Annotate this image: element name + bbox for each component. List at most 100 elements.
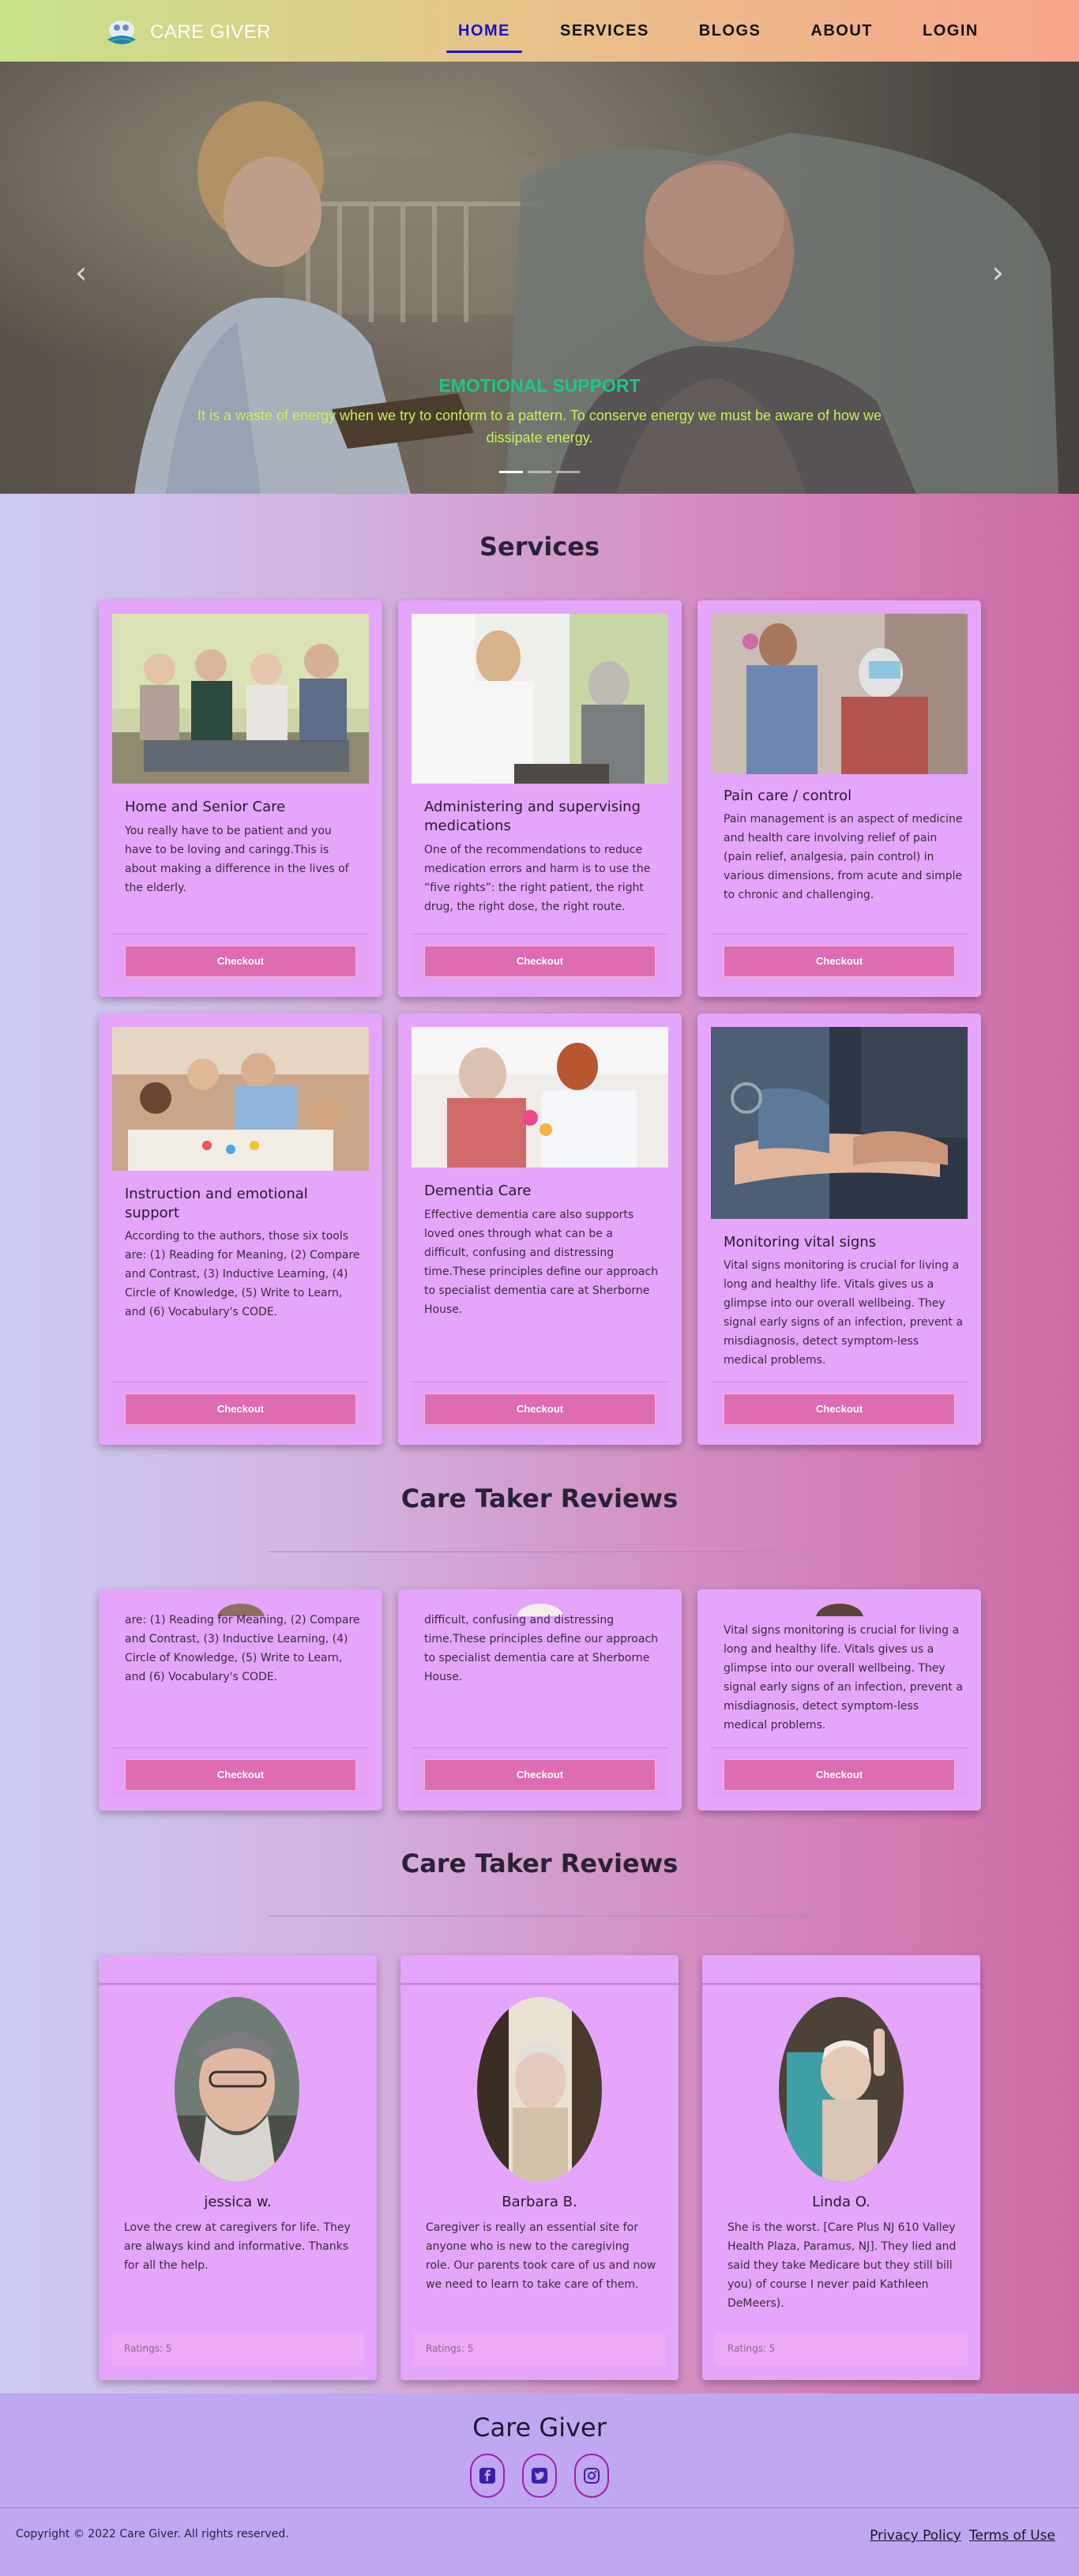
service-card-vital-signs: Monitoring vital signs Vital signs monit… <box>697 1013 981 1445</box>
checkout-button[interactable]: Checkout <box>424 1759 656 1791</box>
carousel-indicator-1[interactable] <box>499 471 523 473</box>
checkout-button[interactable]: Checkout <box>724 1393 955 1425</box>
card-text: difficult, confusing and distressing tim… <box>424 1614 659 1683</box>
hero-carousel: ‹ › EMOTIONAL SUPPORT It is a waste of e… <box>0 62 1079 494</box>
service-card-dementia: Dementia Care Effective dementia care al… <box>398 1013 682 1445</box>
card-text: Vital signs monitoring is crucial for li… <box>724 1259 963 1367</box>
card-text: Effective dementia care also supports lo… <box>424 1209 659 1316</box>
facebook-icon <box>479 2468 495 2484</box>
terms-of-use-link[interactable]: Terms of Use <box>969 2528 1055 2544</box>
privacy-policy-link[interactable]: Privacy Policy <box>870 2528 961 2544</box>
physio-exercise-photo <box>711 614 968 774</box>
hero-text: It is a waste of energy when we try to c… <box>197 408 882 446</box>
twitter-icon <box>532 2468 547 2484</box>
carousel-indicators <box>0 471 1079 473</box>
card-title: Dementia Care <box>424 1183 532 1199</box>
reviewer-name: Barbara B. <box>502 2194 577 2210</box>
footer-title: Care Giver <box>472 2412 607 2442</box>
twitter-button[interactable] <box>522 2454 557 2498</box>
card-footer: Checkout <box>412 1382 668 1432</box>
review-card-overlap-1: are: (1) Reading for Meaning, (2) Compar… <box>99 1589 382 1811</box>
card-title: Pain care / control <box>724 788 852 804</box>
copyright: Copyright © 2022 Care Giver. All rights … <box>16 2528 289 2540</box>
reviewer-avatar-linda <box>779 1997 904 2182</box>
checkout-button[interactable]: Checkout <box>724 946 955 977</box>
card-footer: Checkout <box>112 1382 369 1432</box>
review-card-jessica: jessica w. Love the crew at caregivers f… <box>99 1955 377 2380</box>
seniors-sitting-photo <box>112 614 369 784</box>
review-card-top <box>702 1955 980 1985</box>
nurse-with-elderly-woman-photo <box>412 614 668 784</box>
carousel-prev-arrow-icon[interactable]: ‹ <box>75 255 87 290</box>
rating-text: Ratings: 5 <box>426 2343 474 2354</box>
card-footer: Checkout <box>711 1747 968 1798</box>
card-footer: Checkout <box>412 1747 668 1798</box>
section-divider <box>269 1551 810 1552</box>
footer-links: Privacy Policy Terms of Use <box>870 2528 1055 2544</box>
review-card-overlap-3: Vital signs monitoring is crucial for li… <box>697 1589 981 1811</box>
checkout-button[interactable]: Checkout <box>724 1759 955 1791</box>
checkout-button[interactable]: Checkout <box>125 946 356 977</box>
checkout-button[interactable]: Checkout <box>125 1393 356 1425</box>
navbar: CARE GIVER HOME SERVICES BLOGS ABOUT LOG… <box>0 0 1079 62</box>
nav-item-login[interactable]: LOGIN <box>911 14 991 48</box>
nav-item-blogs[interactable]: BLOGS <box>687 14 773 48</box>
hero-title: EMOTIONAL SUPPORT <box>438 375 641 396</box>
reviewer-name: Linda O. <box>812 2194 870 2210</box>
review-card-top <box>99 1955 377 1985</box>
card-title: Administering and supervising medication… <box>424 799 641 834</box>
checkout-button[interactable]: Checkout <box>424 946 656 977</box>
card-text: are: (1) Reading for Meaning, (2) Compar… <box>125 1614 360 1683</box>
rating-text: Ratings: 5 <box>124 2343 172 2354</box>
social-links <box>0 2454 1079 2498</box>
instagram-icon <box>584 2468 600 2484</box>
card-footer: Checkout <box>711 1382 968 1432</box>
avatar-peek <box>816 1604 863 1616</box>
checkout-button[interactable]: Checkout <box>424 1393 656 1425</box>
rating-bar: Ratings: 5 <box>413 2333 666 2366</box>
service-card-pain-care: Pain care / control Pain management is a… <box>697 600 981 997</box>
carousel-indicator-2[interactable] <box>528 471 551 473</box>
carousel-next-arrow-icon[interactable]: › <box>992 255 1004 290</box>
card-text: Vital signs monitoring is crucial for li… <box>724 1624 963 1732</box>
brand[interactable]: CARE GIVER <box>103 16 271 49</box>
review-card-top <box>400 1955 679 1985</box>
service-card-medications: Administering and supervising medication… <box>398 600 682 997</box>
nav-item-about[interactable]: ABOUT <box>799 14 885 48</box>
review-text: Caregiver is really an essential site fo… <box>426 2221 656 2291</box>
reviewer-avatar-barbara <box>477 1997 602 2182</box>
instagram-button[interactable] <box>574 2454 609 2498</box>
service-card-instruction: Instruction and emotional support Accord… <box>99 1013 382 1445</box>
review-text: Love the crew at caregivers for life. Th… <box>124 2221 351 2272</box>
rating-text: Ratings: 5 <box>727 2343 776 2354</box>
rating-bar: Ratings: 5 <box>111 2333 364 2366</box>
footer: Care Giver Copyright © 2022 Care Giver. … <box>0 2394 1079 2576</box>
card-title: Instruction and emotional support <box>125 1186 308 1221</box>
hero-caption: EMOTIONAL SUPPORT It is a waste of energ… <box>0 375 1079 449</box>
review-text: She is the worst. [Care Plus NJ 610 Vall… <box>727 2221 957 2310</box>
card-text: According to the authors, those six tool… <box>125 1230 360 1318</box>
checkout-button[interactable]: Checkout <box>125 1759 356 1791</box>
card-text: One of the recommendations to reduce med… <box>424 844 651 913</box>
card-text: Pain management is an aspect of medicine… <box>724 813 963 901</box>
care-giver-logo-icon <box>107 21 136 44</box>
footer-divider <box>0 2507 1079 2508</box>
reviewer-name: jessica w. <box>204 2194 272 2210</box>
card-title: Monitoring vital signs <box>724 1234 877 1250</box>
reviews-title-1: Care Taker Reviews <box>400 1484 679 1514</box>
rating-bar: Ratings: 5 <box>715 2333 968 2366</box>
services-title: Services <box>479 532 600 562</box>
card-text: You really have to be patient and you ha… <box>125 825 349 894</box>
card-footer: Checkout <box>412 934 668 984</box>
nav-item-home[interactable]: HOME <box>446 14 522 53</box>
nav-item-services[interactable]: SERVICES <box>548 14 661 48</box>
facebook-button[interactable] <box>470 2454 505 2498</box>
nav-menu: HOME SERVICES BLOGS ABOUT LOGIN <box>446 0 1017 62</box>
blood-pressure-photo <box>711 1027 968 1219</box>
review-card-barbara: Barbara B. Caregiver is really an essent… <box>400 1955 679 2380</box>
carousel-indicator-3[interactable] <box>556 471 580 473</box>
reviewer-avatar-jessica <box>175 1997 299 2182</box>
card-footer: Checkout <box>711 934 968 984</box>
card-footer: Checkout <box>112 1747 369 1798</box>
brand-name: CARE GIVER <box>150 21 272 43</box>
